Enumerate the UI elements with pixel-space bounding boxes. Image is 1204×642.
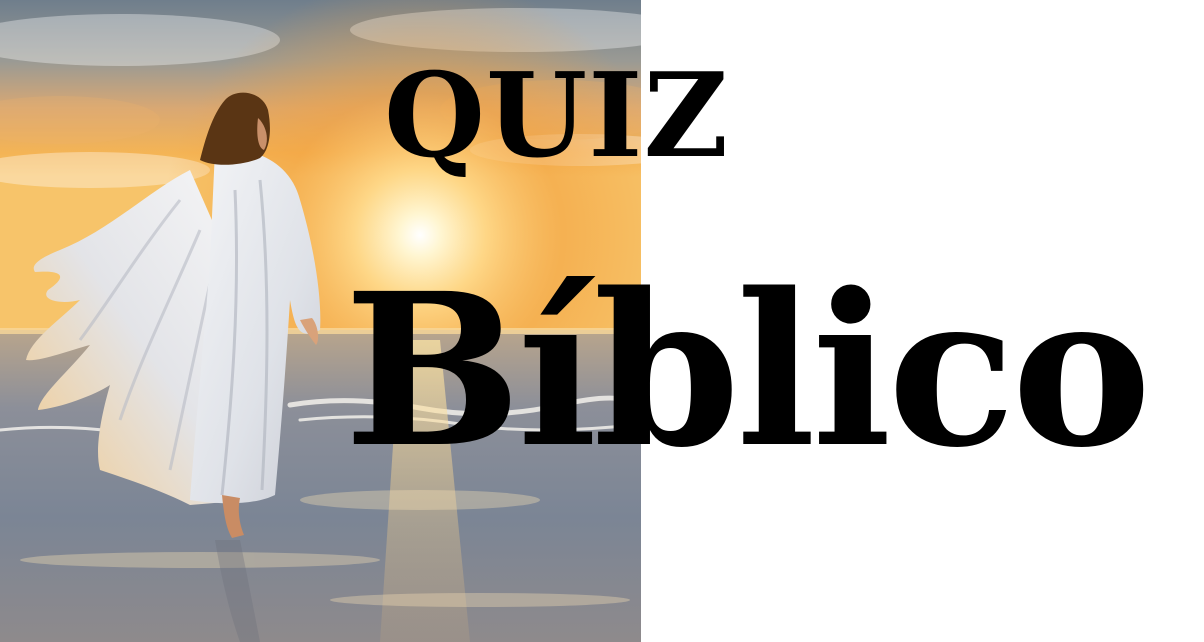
title-quiz: QUIZ <box>384 48 730 184</box>
title-biblico: Bíblico <box>344 247 1152 494</box>
quiz-cover: QUIZ Bíblico <box>0 0 1204 642</box>
